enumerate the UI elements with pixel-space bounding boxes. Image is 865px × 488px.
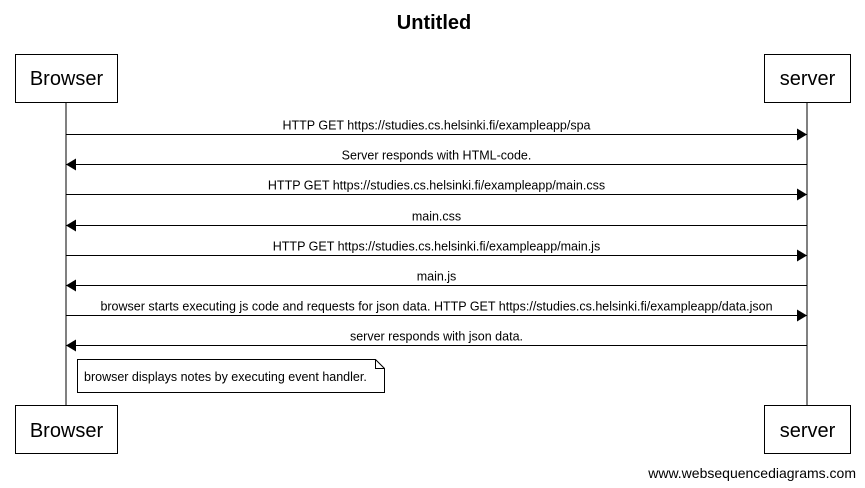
message-label: HTTP GET https://studies.cs.helsinki.fi/… [273,240,600,254]
note-text: browser displays notes by executing even… [84,370,367,384]
note-browser: browser displays notes by executing even… [77,359,385,393]
message-label: browser starts executing js code and req… [100,300,772,314]
message-label: HTTP GET https://studies.cs.helsinki.fi/… [282,119,590,133]
participant-browser-top: Browser [15,54,118,103]
message-label: HTTP GET https://studies.cs.helsinki.fi/… [268,179,605,193]
participant-label: Browser [30,420,104,442]
message-label: Server responds with HTML-code. [342,149,532,163]
participant-label: server [780,420,836,442]
participant-label: server [780,68,836,90]
messages-group: HTTP GET https://studies.cs.helsinki.fi/… [66,119,807,352]
participant-label: Browser [30,68,104,90]
message-label: server responds with json data. [350,330,523,344]
participant-server-top: server [764,54,851,103]
message-label: main.js [417,270,457,284]
message-label: main.css [412,210,461,224]
sequence-diagram: Untitled Browser server HTTP GET https:/… [15,12,856,481]
participant-browser-bottom: Browser [15,405,118,454]
participant-server-bottom: server [764,405,851,454]
footer-credit: www.websequencediagrams.com [647,465,856,481]
diagram-title: Untitled [397,12,471,34]
